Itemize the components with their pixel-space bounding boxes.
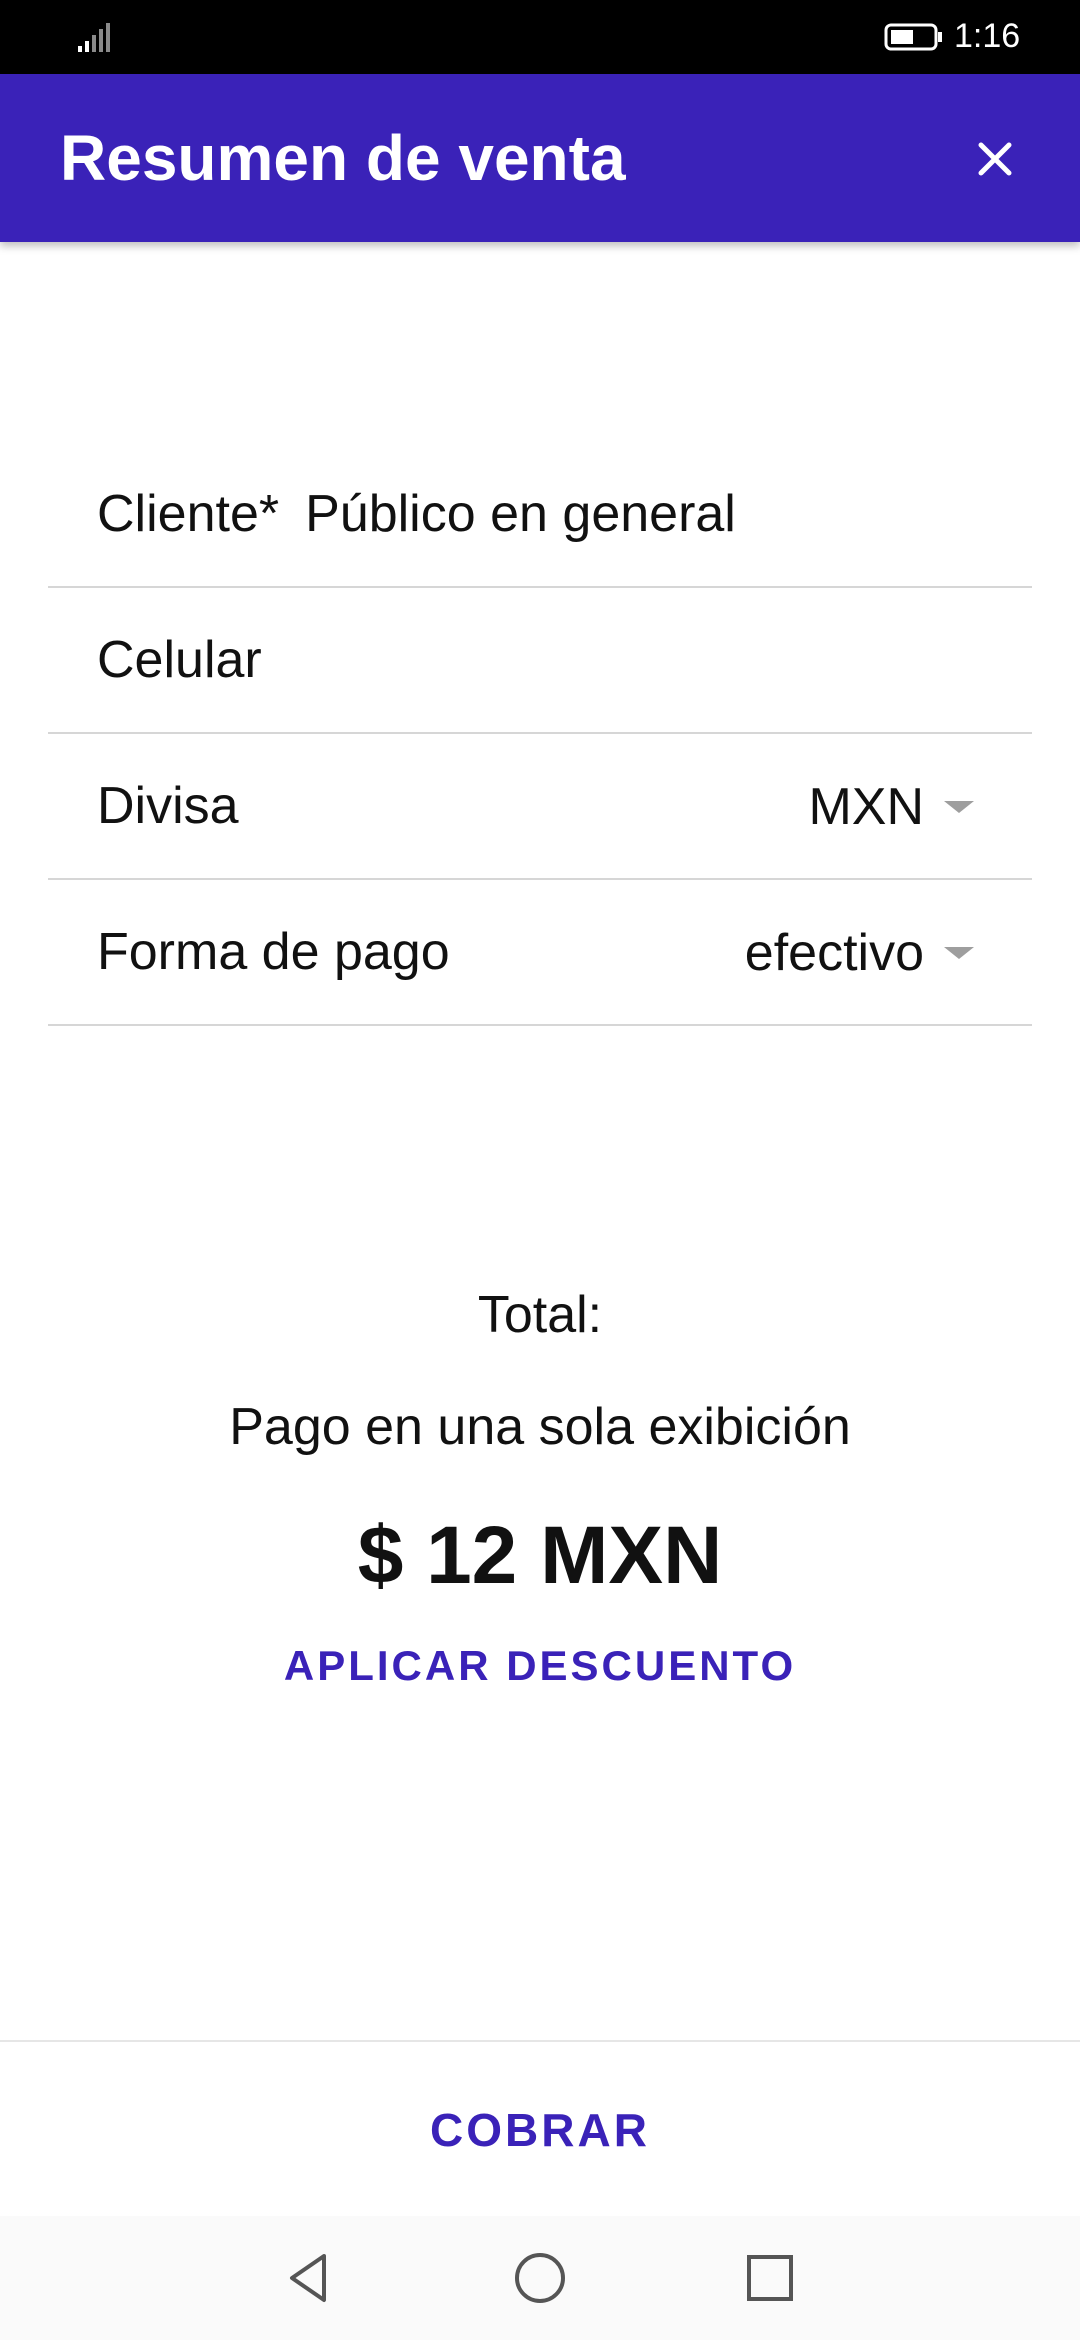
chevron-down-icon (944, 801, 974, 813)
app-bar: Resumen de venta (0, 74, 1080, 242)
cliente-field[interactable]: Cliente* Público en general (48, 442, 1032, 588)
forma-pago-selected: efectivo (744, 924, 924, 982)
home-icon[interactable] (508, 2246, 572, 2310)
total-label: Total: (477, 1286, 603, 1344)
charge-button[interactable]: COBRAR (430, 2103, 650, 2157)
payment-note: Pago en una sola exibición (229, 1398, 851, 1456)
back-icon[interactable] (278, 2246, 342, 2310)
signal-icon (78, 23, 110, 52)
total-amount: $ 12 MXN (357, 1510, 723, 1601)
close-icon (978, 142, 1012, 176)
close-button[interactable] (960, 124, 1030, 194)
system-nav-bar (0, 2216, 1080, 2340)
page-title: Resumen de venta (60, 122, 626, 194)
status-time: 1:16 (954, 17, 1021, 55)
cliente-value[interactable]: Público en general (305, 484, 736, 544)
status-bar: 1:16 (0, 0, 1080, 74)
cliente-label: Cliente* (97, 485, 280, 543)
apply-discount-button[interactable]: APLICAR DESCUENTO (284, 1642, 796, 1690)
divisa-label: Divisa (97, 777, 239, 835)
forma-pago-label: Forma de pago (97, 923, 450, 981)
celular-label: Celular (97, 631, 262, 689)
bottom-action-bar: COBRAR (0, 2040, 1080, 2218)
divisa-selected: MXN (808, 778, 924, 836)
divisa-field: Divisa MXN (48, 734, 1032, 880)
sale-form: Cliente* Público en general Celular Divi… (48, 442, 1032, 1026)
total-section: Total: Pago en una sola exibición $ 12 M… (0, 1280, 1080, 1690)
forma-pago-select[interactable]: efectivo (745, 880, 974, 1026)
divisa-select[interactable]: MXN (808, 734, 974, 880)
chevron-down-icon (944, 947, 974, 959)
battery-icon (884, 23, 942, 51)
forma-pago-field: Forma de pago efectivo (48, 880, 1032, 1026)
recents-icon[interactable] (738, 2246, 802, 2310)
celular-field[interactable]: Celular (48, 588, 1032, 734)
